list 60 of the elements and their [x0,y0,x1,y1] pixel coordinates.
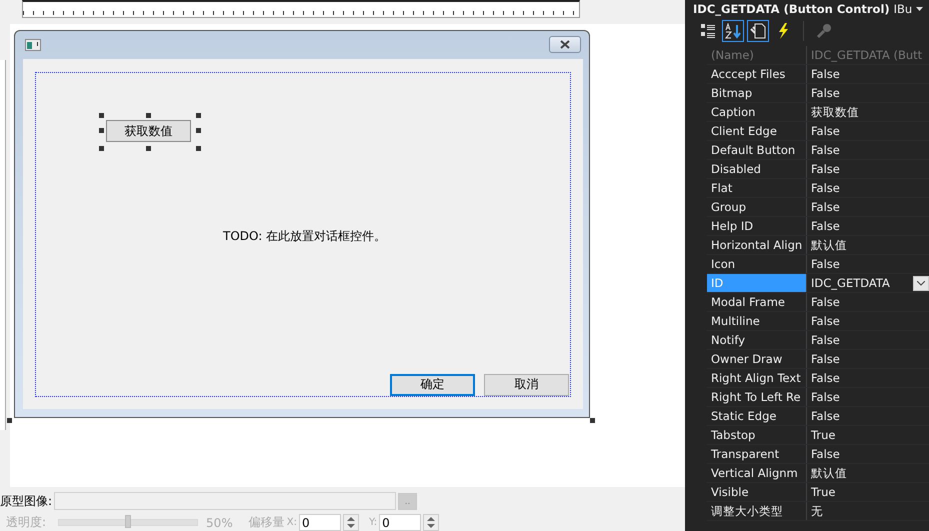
opacity-value: 50% [206,516,233,530]
property-value[interactable]: True [807,426,929,444]
dropdown-button[interactable] [913,276,929,290]
property-value[interactable]: False [807,65,929,83]
resize-handle[interactable] [99,128,104,133]
lightning-icon [777,23,789,39]
property-pages-icon [750,23,766,39]
property-value[interactable]: False [807,331,929,349]
property-value[interactable]: True [807,483,929,501]
property-value[interactable]: 获取数值 [807,103,929,121]
close-button[interactable] [549,36,581,54]
resize-handle[interactable] [146,112,151,118]
resize-handle[interactable] [99,112,104,118]
resize-handle[interactable] [7,418,12,423]
property-value[interactable]: False [807,160,929,178]
dialog-button[interactable]: 确定 [390,374,475,396]
property-value[interactable]: 默认值 [807,464,929,482]
property-value[interactable]: False [807,217,929,235]
resize-handle[interactable] [590,418,595,423]
property-value[interactable]: 无 [807,502,929,520]
property-value[interactable]: False [807,179,929,197]
spin-buttons[interactable] [423,514,440,531]
x-label: X: [286,517,297,528]
image-label: 原型图像: [0,492,52,510]
property-value[interactable]: False [807,407,929,425]
dialog-button[interactable]: 取消 [484,374,569,396]
property-value[interactable]: False [807,388,929,406]
object-selector[interactable]: IBu [894,2,924,16]
property-value[interactable]: False [807,141,929,159]
window-icon [25,38,41,51]
caret-icon [916,7,924,11]
chevron-icon [917,280,925,286]
resize-handle[interactable] [196,112,201,118]
sort-az-icon [725,23,741,39]
property-value[interactable]: False [807,122,929,140]
property-value[interactable]: False [807,293,929,311]
close-icon [559,40,571,50]
resize-handle[interactable] [196,128,201,133]
property-value[interactable]: False [807,84,929,102]
spin-buttons[interactable] [342,514,359,531]
categorized-list-icon [700,23,716,39]
property-value[interactable]: IDC_GETDATA [807,274,929,292]
resize-handle[interactable] [99,146,104,151]
property-value[interactable]: 默认值 [807,236,929,254]
placeholder-text: TODO: 在此放置对话框控件。 [223,228,386,245]
property-value[interactable]: False [807,198,929,216]
resize-handle[interactable] [146,146,151,151]
opacity-label: 透明度: [6,514,46,531]
property-value[interactable]: False [807,369,929,387]
dialog-button[interactable]: 获取数值 [106,120,191,142]
toolbar-button[interactable] [722,20,744,42]
property-value[interactable]: False [807,445,929,463]
toolbar-button[interactable] [747,20,769,42]
property-value[interactable]: False [807,350,929,368]
properties-title: IDC_GETDATA (Button Control) [693,2,890,16]
resize-handle[interactable] [196,146,201,151]
offset-label: 偏移量 [248,514,285,531]
property-value[interactable]: False [807,312,929,330]
property-value[interactable]: False [807,255,929,273]
y-label: Y: [368,517,378,528]
